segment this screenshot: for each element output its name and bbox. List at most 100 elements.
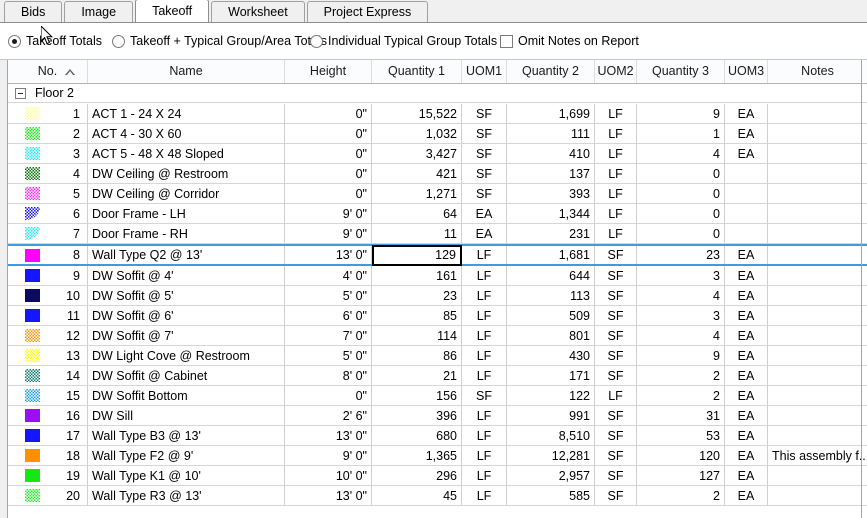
column-header-qty1[interactable]: Quantity 1 [372,60,462,83]
table-row[interactable]: 9 DW Soffit @ 4' 4' 0" 161 LF 644 SF 3 EA [8,266,867,286]
cell-qty3[interactable]: 3 [637,266,725,285]
column-header-uom3[interactable]: UOM3 [725,60,768,83]
group-row-floor[interactable]: Floor 2 [8,84,867,103]
cell-notes[interactable] [768,204,867,223]
cell-height[interactable]: 10' 0" [285,466,372,485]
cell-qty3[interactable]: 0 [637,204,725,223]
cell-height[interactable]: 0" [285,104,372,123]
cell-qty1[interactable]: 23 [372,286,462,305]
cell-uom1[interactable]: SF [462,144,507,163]
cell-uom2[interactable]: SF [595,266,637,285]
cell-qty2[interactable]: 393 [507,184,595,203]
radio-option-0[interactable]: Takeoff Totals [8,34,102,48]
table-row[interactable]: 7 Door Frame - RH 9' 0" 11 EA 231 LF 0 [8,224,867,244]
cell-qty2[interactable]: 1,681 [507,246,595,264]
cell-name[interactable]: DW Ceiling @ Corridor [88,184,285,203]
cell-notes[interactable] [768,426,867,445]
cell-notes[interactable] [768,326,867,345]
cell-uom3[interactable]: EA [725,266,768,285]
cell-qty2[interactable]: 8,510 [507,426,595,445]
checkbox-icon[interactable] [500,34,513,48]
cell-qty2[interactable]: 585 [507,486,595,505]
cell-qty1[interactable]: 156 [372,386,462,405]
cell-uom1[interactable]: LF [462,246,507,264]
radio-option-1[interactable]: Takeoff + Typical Group/Area Totals [112,34,327,48]
cell-height[interactable]: 7' 0" [285,326,372,345]
cell-no[interactable]: 16 [8,406,88,425]
cell-uom2[interactable]: LF [595,144,637,163]
cell-uom1[interactable]: EA [462,204,507,223]
cell-uom2[interactable]: SF [595,466,637,485]
tab-takeoff[interactable]: Takeoff [135,0,210,22]
cell-uom2[interactable]: LF [595,164,637,183]
cell-height[interactable]: 0" [285,144,372,163]
cell-height[interactable]: 9' 0" [285,204,372,223]
cell-uom3[interactable]: EA [725,286,768,305]
cell-uom1[interactable]: LF [462,366,507,385]
cell-qty3[interactable]: 120 [637,446,725,465]
tab-worksheet[interactable]: Worksheet [211,1,305,22]
collapse-icon[interactable] [15,87,26,99]
cell-name[interactable]: ACT 5 - 48 X 48 Sloped [88,144,285,163]
cell-uom2[interactable]: SF [595,486,637,505]
table-row[interactable]: 4 DW Ceiling @ Restroom 0" 421 SF 137 LF 0 [8,164,867,184]
cell-name[interactable]: Door Frame - LH [88,204,285,223]
table-row[interactable]: 8 Wall Type Q2 @ 13' 13' 0" 129 LF 1,681 SF 23 E… [8,244,867,266]
cell-qty1[interactable]: 421 [372,164,462,183]
cell-height[interactable]: 8' 0" [285,366,372,385]
cell-uom3[interactable] [725,164,768,183]
cell-no[interactable]: 1 [8,104,88,123]
cell-qty1[interactable]: 1,365 [372,446,462,465]
table-row[interactable]: 14 DW Soffit @ Cabinet 8' 0" 21 LF 171 SF 2 EA [8,366,867,386]
cell-qty2[interactable]: 171 [507,366,595,385]
cell-qty1[interactable]: 1,271 [372,184,462,203]
cell-qty3[interactable]: 23 [637,246,725,264]
cell-no[interactable]: 13 [8,346,88,365]
column-header-height[interactable]: Height [285,60,372,83]
cell-height[interactable]: 9' 0" [285,446,372,465]
cell-name[interactable]: DW Soffit Bottom [88,386,285,405]
tab-project-express[interactable]: Project Express [306,1,429,22]
cell-uom3[interactable]: EA [725,104,768,123]
cell-uom1[interactable]: EA [462,224,507,243]
cell-notes[interactable] [768,486,867,505]
cell-height[interactable]: 13' 0" [285,486,372,505]
cell-qty1[interactable]: 3,427 [372,144,462,163]
cell-uom2[interactable]: LF [595,104,637,123]
cell-name[interactable]: DW Soffit @ 6' [88,306,285,325]
cell-name[interactable]: DW Light Cove @ Restroom [88,346,285,365]
cell-no[interactable]: 17 [8,426,88,445]
cell-uom3[interactable]: EA [725,326,768,345]
cell-no[interactable]: 20 [8,486,88,505]
cell-uom2[interactable]: LF [595,386,637,405]
cell-no[interactable]: 5 [8,184,88,203]
cell-no[interactable]: 15 [8,386,88,405]
cell-height[interactable]: 13' 0" [285,426,372,445]
cell-uom3[interactable]: EA [725,446,768,465]
table-row[interactable]: 17 Wall Type B3 @ 13' 13' 0" 680 LF 8,510 SF 53… [8,426,867,446]
cell-uom3[interactable]: EA [725,426,768,445]
cell-qty3[interactable]: 3 [637,306,725,325]
cell-no[interactable]: 7 [8,224,88,243]
cell-notes[interactable] [768,266,867,285]
cell-name[interactable]: DW Sill [88,406,285,425]
table-row[interactable]: 12 DW Soffit @ 7' 7' 0" 114 LF 801 SF 4 EA [8,326,867,346]
radio-button-icon[interactable] [8,34,21,48]
cell-uom1[interactable]: LF [462,486,507,505]
cell-qty2[interactable]: 509 [507,306,595,325]
cell-uom3[interactable] [725,224,768,243]
cell-height[interactable]: 13' 0" [285,246,372,264]
cell-qty3[interactable]: 0 [637,164,725,183]
radio-button-icon[interactable] [112,34,125,48]
cell-qty2[interactable]: 644 [507,266,595,285]
tab-bids[interactable]: Bids [4,1,63,22]
column-header-uom1[interactable]: UOM1 [462,60,507,83]
radio-button-icon[interactable] [310,34,323,48]
cell-notes[interactable] [768,184,867,203]
cell-height[interactable]: 9' 0" [285,224,372,243]
cell-uom2[interactable]: SF [595,406,637,425]
cell-uom2[interactable]: SF [595,426,637,445]
column-header-no[interactable]: No. [8,60,88,83]
cell-no[interactable]: 4 [8,164,88,183]
cell-uom3[interactable] [725,184,768,203]
